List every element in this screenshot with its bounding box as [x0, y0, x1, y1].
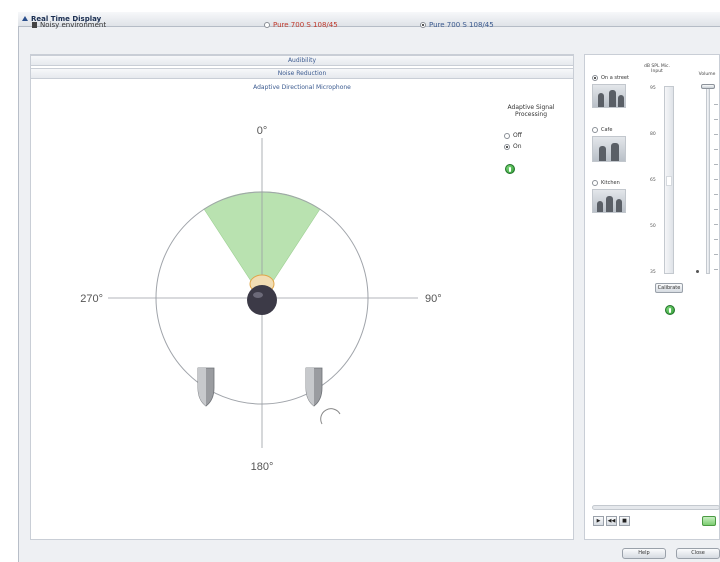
environment-icon	[32, 22, 37, 28]
polar-diagram: 0° 90° 180° 270°	[80, 125, 442, 473]
speaker-right-icon	[305, 367, 323, 407]
title-bar: Real Time Display	[18, 12, 720, 27]
tick-35: 35	[650, 270, 656, 275]
scene-on-a-street-radio[interactable]	[592, 75, 598, 81]
tick-50: 50	[650, 224, 656, 229]
signal-processing-info-icon[interactable]	[505, 164, 515, 174]
program-right-option[interactable]: Pure 700 S 108/45	[420, 21, 494, 29]
play-button[interactable]: ▶	[593, 516, 604, 526]
program-left-radio[interactable]	[264, 22, 270, 28]
volume-slider-track[interactable]	[706, 86, 710, 274]
signal-processing-off[interactable]: Off	[504, 132, 522, 139]
scene-cafe-radio[interactable]	[592, 127, 598, 133]
signal-processing-on[interactable]: On	[504, 143, 522, 150]
stop-button[interactable]: ■	[619, 516, 630, 526]
environment-row: Noisy environment	[32, 21, 106, 29]
scene-cafe-label: Cafe	[601, 127, 613, 133]
volume-slider-thumb[interactable]	[701, 84, 715, 89]
speaker-left-icon	[197, 367, 215, 407]
tick-65: 65	[650, 178, 656, 183]
program-right-label: Pure 700 S 108/45	[429, 21, 494, 29]
close-button[interactable]: Close	[676, 548, 720, 559]
signal-processing-title: Adaptive Signal Processing	[507, 104, 555, 118]
tick-80: 80	[650, 132, 656, 137]
scene-on-a-street[interactable]: On a street	[592, 75, 629, 108]
app-icon	[22, 16, 28, 21]
angle-top-label: 0°	[257, 125, 268, 137]
scene-cafe-thumbnail[interactable]	[592, 136, 626, 162]
mic-input-level	[666, 176, 672, 186]
playback-scrollbar[interactable]	[592, 505, 720, 510]
program-left-option[interactable]: Pure 700 S 108/45	[264, 21, 338, 29]
rotate-arc-icon[interactable]	[320, 408, 341, 425]
calibrate-button[interactable]: Calibrate	[655, 283, 683, 293]
signal-processing-off-radio[interactable]	[504, 132, 510, 139]
scene-kitchen-thumbnail[interactable]	[592, 189, 626, 213]
tick-95: 95	[650, 86, 656, 91]
live-audio-button[interactable]	[702, 516, 716, 526]
volume-header: Volume	[698, 72, 716, 77]
environment-label: Noisy environment	[40, 21, 107, 29]
angle-right-label: 90°	[425, 293, 442, 305]
signal-processing-on-radio[interactable]	[504, 143, 510, 150]
help-button[interactable]: Help	[622, 548, 666, 559]
signal-processing-off-label: Off	[513, 132, 522, 139]
scene-kitchen-label: Kitchen	[601, 180, 620, 186]
angle-bottom-label: 180°	[251, 461, 274, 473]
listener-head-icon	[247, 274, 277, 315]
scene-on-a-street-thumbnail[interactable]	[592, 84, 626, 108]
program-right-radio[interactable]	[420, 22, 426, 28]
volume-tick-marks	[714, 90, 718, 270]
meter-info-icon[interactable]	[665, 305, 675, 315]
rewind-button[interactable]: ◀◀	[606, 516, 617, 526]
angle-left-label: 270°	[80, 293, 103, 305]
scene-on-a-street-label: On a street	[601, 75, 629, 81]
program-left-label: Pure 700 S 108/45	[273, 21, 338, 29]
input-meter-header: dB SPL Mic. Input	[644, 64, 670, 74]
signal-processing-on-label: On	[513, 143, 522, 150]
scene-cafe[interactable]: Cafe	[592, 127, 626, 162]
scene-kitchen-radio[interactable]	[592, 180, 598, 186]
scene-kitchen[interactable]: Kitchen	[592, 180, 626, 213]
volume-dot-indicator	[696, 270, 699, 273]
